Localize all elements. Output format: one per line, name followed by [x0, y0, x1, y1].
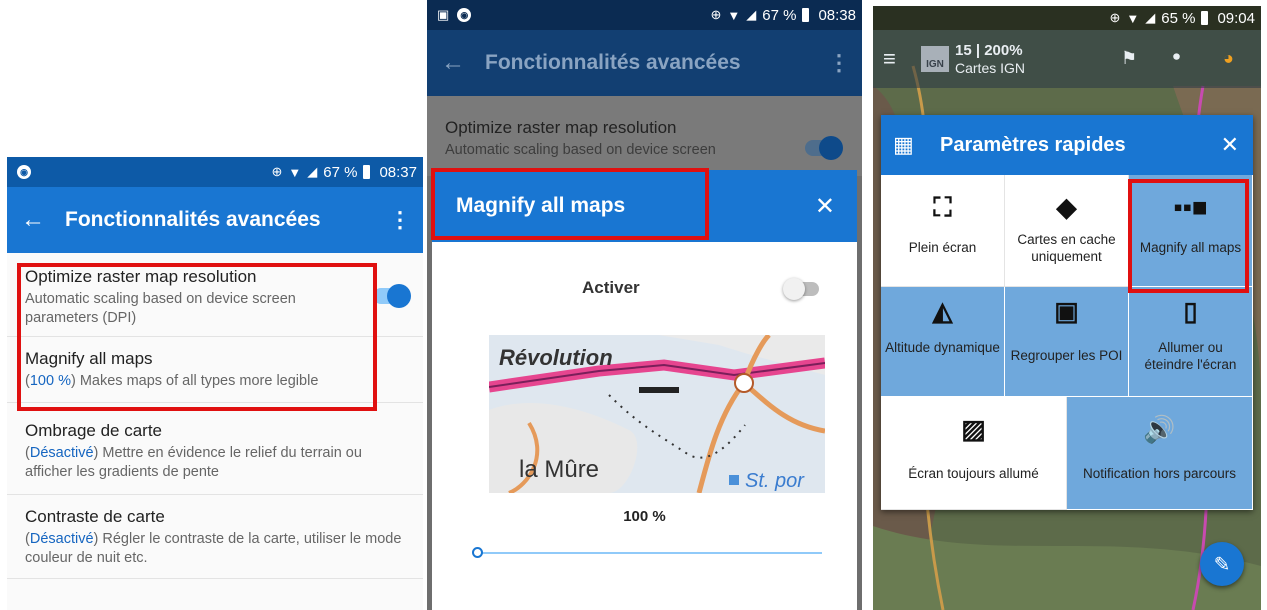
status-time: 09:04: [1217, 9, 1255, 27]
optimize-raster-toggle[interactable]: [373, 284, 411, 308]
highlight-box: [431, 168, 709, 240]
map-label-revolution: Révolution: [499, 345, 613, 370]
ign-layer-logo[interactable]: IGN: [921, 46, 949, 72]
altitude-icon: ◭: [932, 296, 953, 326]
setting-title: Contraste de carte: [25, 507, 165, 526]
signal-icon: ◢: [307, 164, 318, 179]
battery-icon: [363, 165, 371, 179]
status-time: 08:38: [818, 6, 856, 24]
poi-cluster-icon: ▣: [1054, 296, 1079, 326]
cache-icon: ◆: [1056, 192, 1077, 222]
back-arrow-icon[interactable]: ←: [441, 49, 485, 77]
tile-cached-maps[interactable]: ◆ Cartes en cache uniquement: [1005, 175, 1129, 287]
close-icon[interactable]: ✕: [815, 192, 835, 221]
setting-value: Désactivé: [29, 531, 94, 547]
tile-label: Plein écran: [908, 240, 977, 255]
data-saver-icon: ⊕: [271, 164, 283, 179]
map-label-la-mure: la Mûre: [519, 456, 599, 483]
map-layer-name: Cartes IGN: [955, 60, 1026, 76]
screen-always-on-icon: ▨: [961, 414, 986, 444]
overflow-menu-icon[interactable]: ⋮: [389, 207, 411, 233]
map-preview: Révolution la Mûre St. por: [489, 335, 825, 493]
record-track-icon[interactable]: ⏺: [1173, 48, 1180, 65]
status-time: 08:37: [379, 163, 417, 181]
battery-icon: [1201, 11, 1209, 25]
wifi-icon: ▼: [727, 7, 741, 23]
setting-title: Optimize raster map resolution: [445, 118, 677, 137]
quick-settings-panel: ▦ Paramètres rapides ✕ ⛶ Plein écran ◆ C…: [881, 115, 1253, 510]
edit-fab-button[interactable]: ✎: [1200, 542, 1244, 586]
wifi-icon: ▼: [288, 164, 302, 180]
map-label-st-port: St. por: [745, 470, 805, 492]
map-top-bar: ≡ IGN 15 | 200% Cartes IGN ⚑ ⏺ ◕: [873, 30, 1261, 88]
tile-label: Cartes en cache uniquement: [1017, 232, 1116, 264]
highlight-box: [1128, 179, 1249, 293]
setting-title: Ombrage de carte: [25, 421, 163, 440]
quick-settings-title: Paramètres rapides: [940, 133, 1126, 156]
setting-description: (Désactivé) Mettre en évidence le relief…: [25, 445, 362, 480]
zoom-level: 15 | 200%: [955, 42, 1023, 59]
hamburger-menu-icon[interactable]: ≡: [883, 46, 896, 72]
off-route-notification-icon: 🔊: [1143, 414, 1176, 444]
status-bar: ⊕ ▼ ◢ 65 % 09:04: [873, 6, 1261, 30]
data-saver-icon: ⊕: [1109, 10, 1121, 25]
tile-fullscreen[interactable]: ⛶ Plein écran: [881, 175, 1005, 287]
screen-toggle-icon: ▯: [1183, 296, 1198, 326]
tile-group-poi[interactable]: ▣ Regrouper les POI: [1005, 287, 1129, 397]
setting-optimize-raster-dimmed: Optimize raster map resolution Automatic…: [427, 96, 862, 176]
page-title: Fonctionnalités avancées: [485, 51, 741, 74]
magnify-slider-thumb[interactable]: [472, 547, 483, 558]
tile-label: Écran toujours allumé: [908, 466, 1039, 481]
tile-label: Altitude dynamique: [885, 340, 1000, 355]
track-stats-icon[interactable]: ⚑: [1121, 48, 1137, 69]
setting-value: Désactivé: [29, 445, 94, 461]
tile-label: Notification hors parcours: [1082, 466, 1237, 481]
status-bar: ▣ ◉ ⊕ ▼ ◢ 67 % 08:38: [427, 0, 862, 30]
battery-percent: 67 %: [323, 163, 358, 181]
status-bar: ◉ ⊕ ▼ ◢ 67 % 08:37: [7, 157, 423, 187]
fullscreen-icon: ⛶: [933, 192, 952, 222]
setting-description: (Désactivé) Régler le contraste de la ca…: [25, 531, 402, 566]
tile-off-route-notification[interactable]: 🔊 Notification hors parcours: [1067, 397, 1253, 510]
tile-label: Allumer ou éteindre l'écran: [1144, 340, 1237, 372]
setting-map-contrast[interactable]: Contraste de carte (Désactivé) Régler le…: [7, 495, 423, 579]
advanced-features-screen-1: ◉ ⊕ ▼ ◢ 67 % 08:37 ← Fonctionnalités ava…: [7, 157, 423, 610]
pencil-icon: ✎: [1213, 553, 1231, 576]
data-saver-icon: ⊕: [710, 7, 722, 22]
back-arrow-icon[interactable]: ←: [21, 206, 65, 234]
signal-icon: ◢: [1145, 10, 1156, 25]
setting-map-shading[interactable]: Ombrage de carte (Désactivé) Mettre en é…: [7, 415, 423, 495]
grid-settings-icon: ▦: [893, 132, 914, 157]
optimize-raster-toggle: [805, 136, 843, 160]
gps-icon[interactable]: ◕: [1223, 48, 1234, 69]
image-notification-icon: ▣: [437, 7, 450, 22]
app-notification-icon: ◉: [457, 8, 472, 22]
wifi-icon: ▼: [1126, 10, 1140, 26]
magnify-slider-track[interactable]: [476, 552, 822, 554]
map-quick-settings-screen: ⊕ ▼ ◢ 65 % 09:04 ≡ IGN 15 | 200% Cartes …: [873, 6, 1261, 610]
map-preview-image: Révolution la Mûre St. por: [489, 335, 825, 493]
activate-label: Activer: [582, 278, 640, 297]
app-bar: ← Fonctionnalités avancées ⋮: [7, 187, 423, 253]
battery-icon: [802, 8, 810, 22]
tile-dynamic-altitude[interactable]: ◭ Altitude dynamique: [881, 287, 1005, 397]
activate-toggle[interactable]: [783, 278, 819, 300]
overflow-menu-icon[interactable]: ⋮: [828, 50, 850, 76]
close-icon[interactable]: ✕: [1221, 132, 1239, 158]
tile-screen-on-off[interactable]: ▯ Allumer ou éteindre l'écran: [1129, 287, 1253, 397]
tile-screen-always-on[interactable]: ▨ Écran toujours allumé: [881, 397, 1067, 510]
setting-description: Automatic scaling based on device screen: [445, 142, 716, 158]
page-title: Fonctionnalités avancées: [65, 208, 321, 231]
battery-percent: 67 %: [762, 6, 797, 24]
app-notification-icon: ◉: [17, 165, 31, 179]
tile-label: Regrouper les POI: [1010, 348, 1123, 363]
app-bar: ← Fonctionnalités avancées ⋮: [427, 30, 862, 96]
quick-settings-header: ▦ Paramètres rapides ✕: [881, 115, 1253, 175]
signal-icon: ◢: [746, 7, 757, 22]
advanced-features-screen-2: ▣ ◉ ⊕ ▼ ◢ 67 % 08:38 ← Fonctionnalités a…: [427, 0, 862, 610]
highlight-box: [17, 263, 377, 411]
magnify-percent: 100 %: [623, 508, 666, 525]
battery-percent: 65 %: [1161, 9, 1196, 27]
